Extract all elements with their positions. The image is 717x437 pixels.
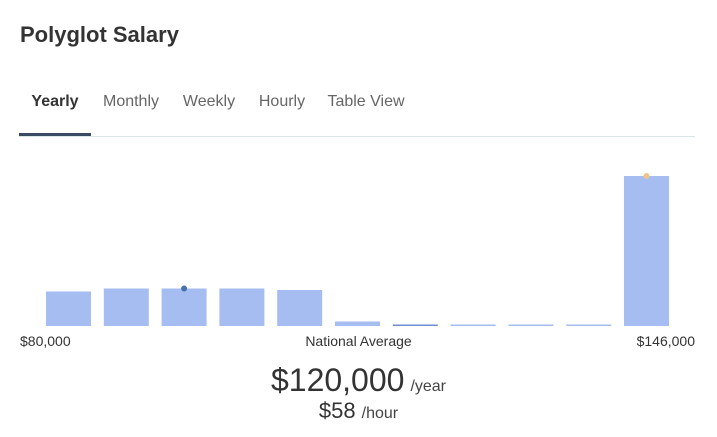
histogram-bar [103, 288, 149, 326]
range-max-label: $146,000 [636, 333, 695, 349]
histogram-bar [624, 176, 669, 326]
salary-distribution-chart [19, 150, 699, 330]
salary-histogram [46, 173, 669, 326]
histogram-bar [335, 321, 380, 326]
histogram-bar [450, 324, 496, 326]
hourly-amount: $58 [318, 398, 356, 423]
hourly-unit: /hour [361, 405, 399, 422]
tab-yearly[interactable]: Yearly [19, 84, 91, 136]
histogram-bar [566, 324, 612, 326]
period-tabs: Yearly Monthly Weekly Hourly Table View [19, 84, 695, 137]
national-average-marker [181, 285, 188, 292]
histogram-bar [508, 324, 554, 326]
histogram-bar [277, 290, 323, 326]
tab-monthly[interactable]: Monthly [99, 84, 163, 136]
tab-table-view[interactable]: Table View [323, 84, 409, 136]
national-average-label: National Average [305, 333, 412, 349]
highlight-marker [643, 173, 650, 179]
histogram-bar [392, 324, 438, 326]
histogram-bar [219, 288, 265, 326]
yearly-amount: $120,000 [270, 362, 405, 398]
tab-hourly[interactable]: Hourly [255, 84, 309, 136]
yearly-unit: /year [410, 378, 447, 395]
histogram-bar [161, 288, 207, 326]
hourly-salary: $58/hour [0, 397, 717, 428]
page-title: Polyglot Salary [20, 22, 179, 47]
tab-weekly[interactable]: Weekly [177, 84, 241, 136]
histogram-bar [46, 291, 91, 326]
